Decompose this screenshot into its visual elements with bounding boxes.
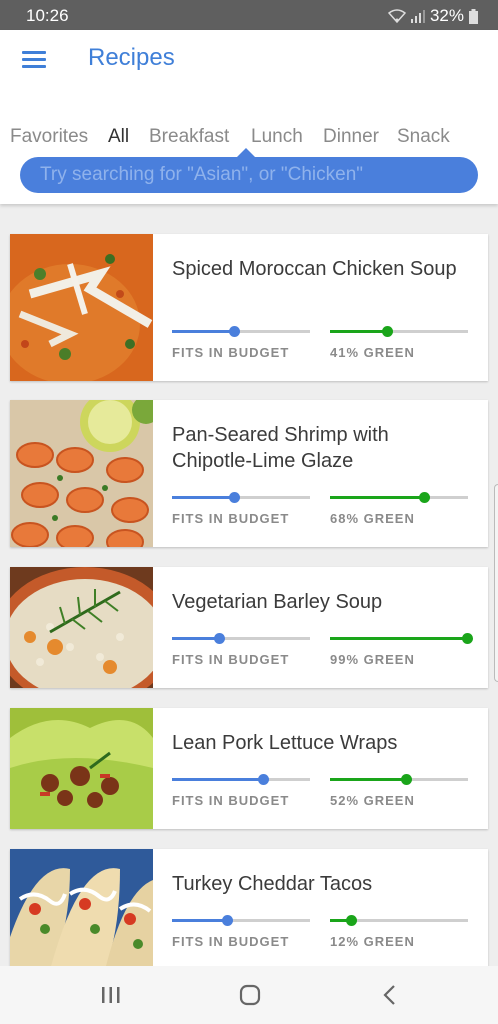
green-label: 41% GREEN [330,345,415,360]
shrimp-image [10,400,153,547]
budget-meter-knob [229,326,240,337]
budget-label: FITS IN BUDGET [172,934,290,949]
green-meter-knob [462,633,473,644]
budget-meter-fill [172,637,219,640]
system-nav-bar [0,966,498,1024]
green-label: 12% GREEN [330,934,415,949]
recipe-card[interactable]: Lean Pork Lettuce Wraps FITS IN BUDGET 5… [10,708,488,829]
recipe-name: Spiced Moroccan Chicken Soup [172,258,457,280]
tab-dinner[interactable]: Dinner [323,126,379,148]
green-meter-knob [382,326,393,337]
green-meter [330,915,468,926]
budget-meter [172,326,310,337]
barley-soup-image [10,567,153,688]
budget-meter-fill [172,778,263,781]
budget-label: FITS IN BUDGET [172,345,290,360]
signal-icon [410,10,425,23]
app-header: Recipes Favorites All Breakfast Lunch Di… [0,30,498,204]
green-meter-fill [330,778,406,781]
budget-label: FITS IN BUDGET [172,793,290,808]
budget-meter [172,915,310,926]
recipe-name: Vegetarian Barley Soup [172,591,383,613]
budget-meter-knob [214,633,225,644]
status-time: 10:26 [26,6,69,25]
budget-meter-fill [172,919,227,922]
recent-apps-icon[interactable] [91,980,131,1010]
budget-label: FITS IN BUDGET [172,652,290,667]
green-meter [330,326,468,337]
green-meter-fill [330,637,467,640]
green-meter [330,633,473,644]
battery-percent: 32% [429,6,464,25]
green-meter [330,774,468,785]
budget-meter [172,774,310,785]
back-icon[interactable] [370,980,410,1010]
hamburger-menu-icon[interactable] [18,44,50,76]
tab-breakfast[interactable]: Breakfast [149,126,229,148]
budget-meter-fill [172,330,234,333]
lettuce-wraps-image [10,708,153,829]
home-icon[interactable] [230,980,270,1010]
recipe-card[interactable]: Turkey Cheddar Tacos FITS IN BUDGET 12% … [10,849,488,966]
recipe-card[interactable]: Spiced Moroccan Chicken Soup FITS IN BUD… [10,234,488,381]
page-title: Recipes [88,44,175,71]
green-label: 52% GREEN [330,793,415,808]
recipe-name: Pan-Seared Shrimp with Chipotle-Lime Gla… [172,424,389,472]
recipe-name: Turkey Cheddar Tacos [172,873,373,895]
tab-all[interactable]: All [108,126,129,148]
status-right: 32% [387,6,478,26]
recipe-card[interactable]: Pan-Seared Shrimp with Chipotle-Lime Gla… [10,400,488,547]
budget-meter-knob [258,774,269,785]
recipe-card[interactable]: Vegetarian Barley Soup FITS IN BUDGET 99… [10,567,488,688]
budget-meter-knob [222,915,233,926]
green-meter-knob [401,774,412,785]
green-meter-knob [419,492,430,503]
budget-meter-knob [229,492,240,503]
green-label: 99% GREEN [330,652,415,667]
budget-meter-fill [172,496,234,499]
recipe-name: Lean Pork Lettuce Wraps [172,732,398,754]
tab-lunch[interactable]: Lunch [251,126,303,148]
green-meter [330,492,468,503]
budget-label: FITS IN BUDGET [172,511,290,526]
green-label: 68% GREEN [330,511,415,526]
green-meter-fill [330,496,424,499]
green-meter-fill [330,330,387,333]
status-bar: 10:26 32% [0,0,498,30]
edge-panel-handle[interactable] [494,484,498,682]
budget-meter [172,633,310,644]
search-bar[interactable] [20,157,478,193]
green-meter-knob [346,915,357,926]
recipe-list[interactable]: Spiced Moroccan Chicken Soup FITS IN BUD… [0,204,498,966]
tacos-image [10,849,153,966]
chicken-soup-image [10,234,153,381]
search-input[interactable] [20,164,478,186]
budget-meter [172,492,310,503]
tab-favorites[interactable]: Favorites [10,126,88,148]
wifi-icon [387,9,406,23]
battery-icon [469,8,478,24]
tab-snack[interactable]: Snack [397,126,450,148]
